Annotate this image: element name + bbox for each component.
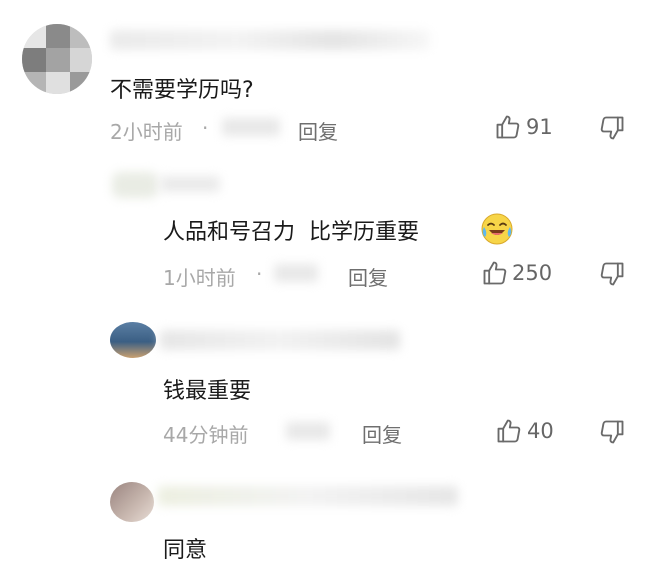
avatar[interactable] (110, 322, 156, 358)
reply-button[interactable]: 回复 (298, 116, 338, 145)
comment-time: 1小时前 (163, 266, 236, 290)
username-redacted[interactable] (160, 176, 220, 192)
reply-button[interactable]: 回复 (362, 419, 402, 448)
thumbs-up-icon[interactable] (494, 113, 522, 141)
reply-button[interactable]: 回复 (348, 262, 388, 291)
thumbs-down-icon[interactable] (598, 114, 626, 142)
like-count: 91 (526, 115, 553, 139)
laughing-crying-emoji-icon (480, 212, 514, 246)
comment-text: 不需要学历吗? (110, 78, 254, 103)
thumbs-down-icon[interactable] (598, 260, 626, 288)
like-count: 40 (527, 419, 554, 443)
comment-time: 44分钟前 (163, 423, 249, 447)
location-redacted (274, 264, 318, 282)
thumbs-up-icon[interactable] (495, 417, 523, 445)
thumbs-up-icon[interactable] (481, 259, 509, 287)
meta-separator: · (202, 116, 209, 140)
location-redacted (222, 118, 280, 136)
like-count: 250 (512, 261, 553, 285)
avatar[interactable] (22, 24, 92, 94)
comment-text: 人品和号召力 比学历重要 (163, 214, 419, 246)
meta-separator: · (256, 262, 263, 286)
comment-time: 2小时前 (110, 120, 183, 144)
location-redacted (286, 422, 330, 440)
avatar[interactable] (110, 482, 154, 522)
comment-text: 同意 (163, 538, 208, 563)
comment-text-body: 人品和号召力 比学历重要 (163, 220, 419, 245)
comment-text: 钱最重要 (163, 379, 252, 404)
thumbs-down-icon[interactable] (598, 418, 626, 446)
username-redacted[interactable] (110, 30, 430, 50)
username-redacted[interactable] (158, 486, 458, 506)
avatar[interactable] (112, 172, 158, 198)
username-redacted[interactable] (160, 330, 400, 350)
